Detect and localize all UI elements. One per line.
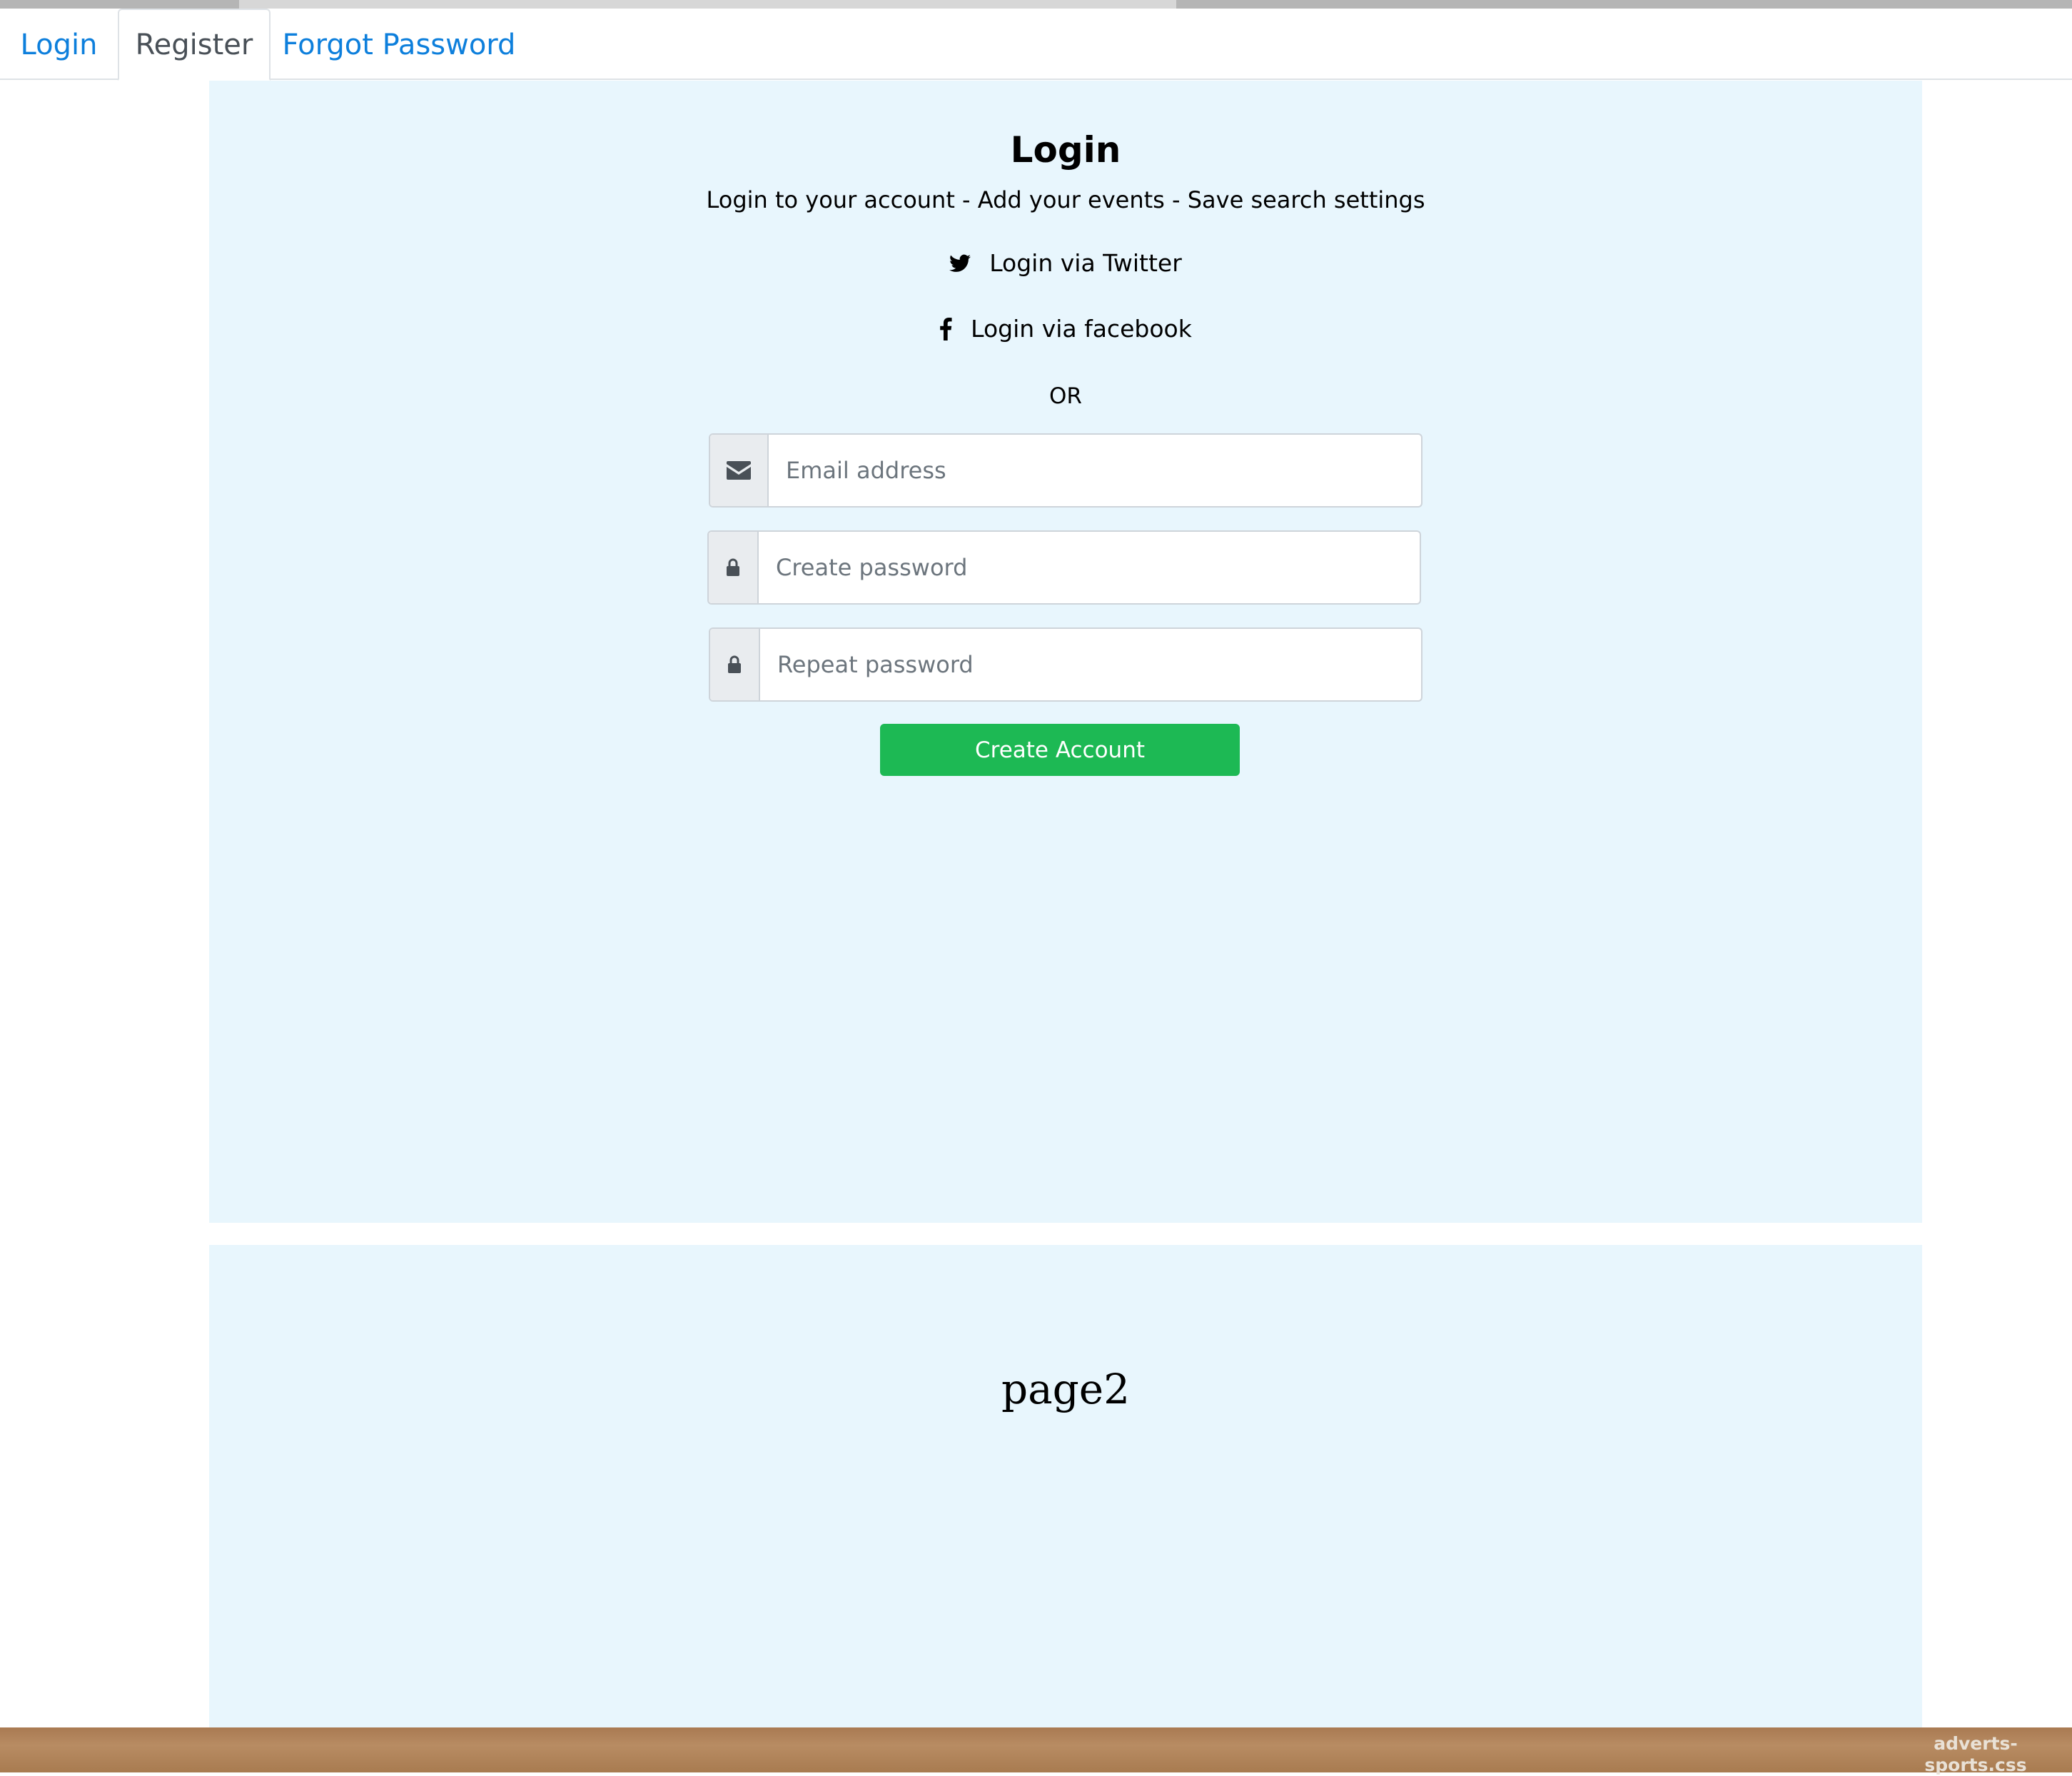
create-password-input[interactable] (759, 532, 1420, 603)
lock-icon (709, 532, 759, 603)
email-field (709, 433, 1422, 508)
facebook-icon (939, 317, 952, 340)
create-password-field (707, 530, 1421, 605)
advert-label: adverts-sports.css (1924, 1733, 2027, 1775)
top-scrollbar[interactable] (0, 0, 2072, 9)
page2-panel: page2 (209, 1245, 1922, 1727)
envelope-icon (710, 435, 769, 506)
repeat-password-input[interactable] (760, 629, 1421, 700)
or-divider: OR (1049, 383, 1082, 409)
email-input[interactable] (769, 435, 1421, 506)
twitter-login-button[interactable]: Login via Twitter (209, 249, 1922, 277)
tab-forgot-password[interactable]: Forgot Password (281, 9, 517, 81)
tab-register[interactable]: Register (118, 9, 271, 81)
twitter-login-label: Login via Twitter (989, 249, 1182, 277)
page2-label: page2 (1001, 1365, 1131, 1413)
repeat-password-field (709, 627, 1422, 702)
twitter-icon (949, 254, 971, 273)
lock-icon (710, 629, 760, 700)
register-panel: Login Login to your account - Add your e… (209, 81, 1922, 1223)
footer-banner: adverts-sports.css (0, 1727, 2072, 1775)
facebook-login-button[interactable]: Login via facebook (209, 315, 1922, 343)
facebook-login-label: Login via facebook (971, 315, 1192, 343)
panel-subtitle: Login to your account - Add your events … (706, 186, 1425, 213)
tab-login[interactable]: Login (0, 9, 118, 81)
scrollbar-thumb[interactable] (239, 0, 1176, 9)
tab-bar: Login Register Forgot Password (0, 9, 2072, 81)
panel-title: Login (1010, 129, 1121, 171)
create-account-button[interactable]: Create Account (880, 724, 1240, 776)
